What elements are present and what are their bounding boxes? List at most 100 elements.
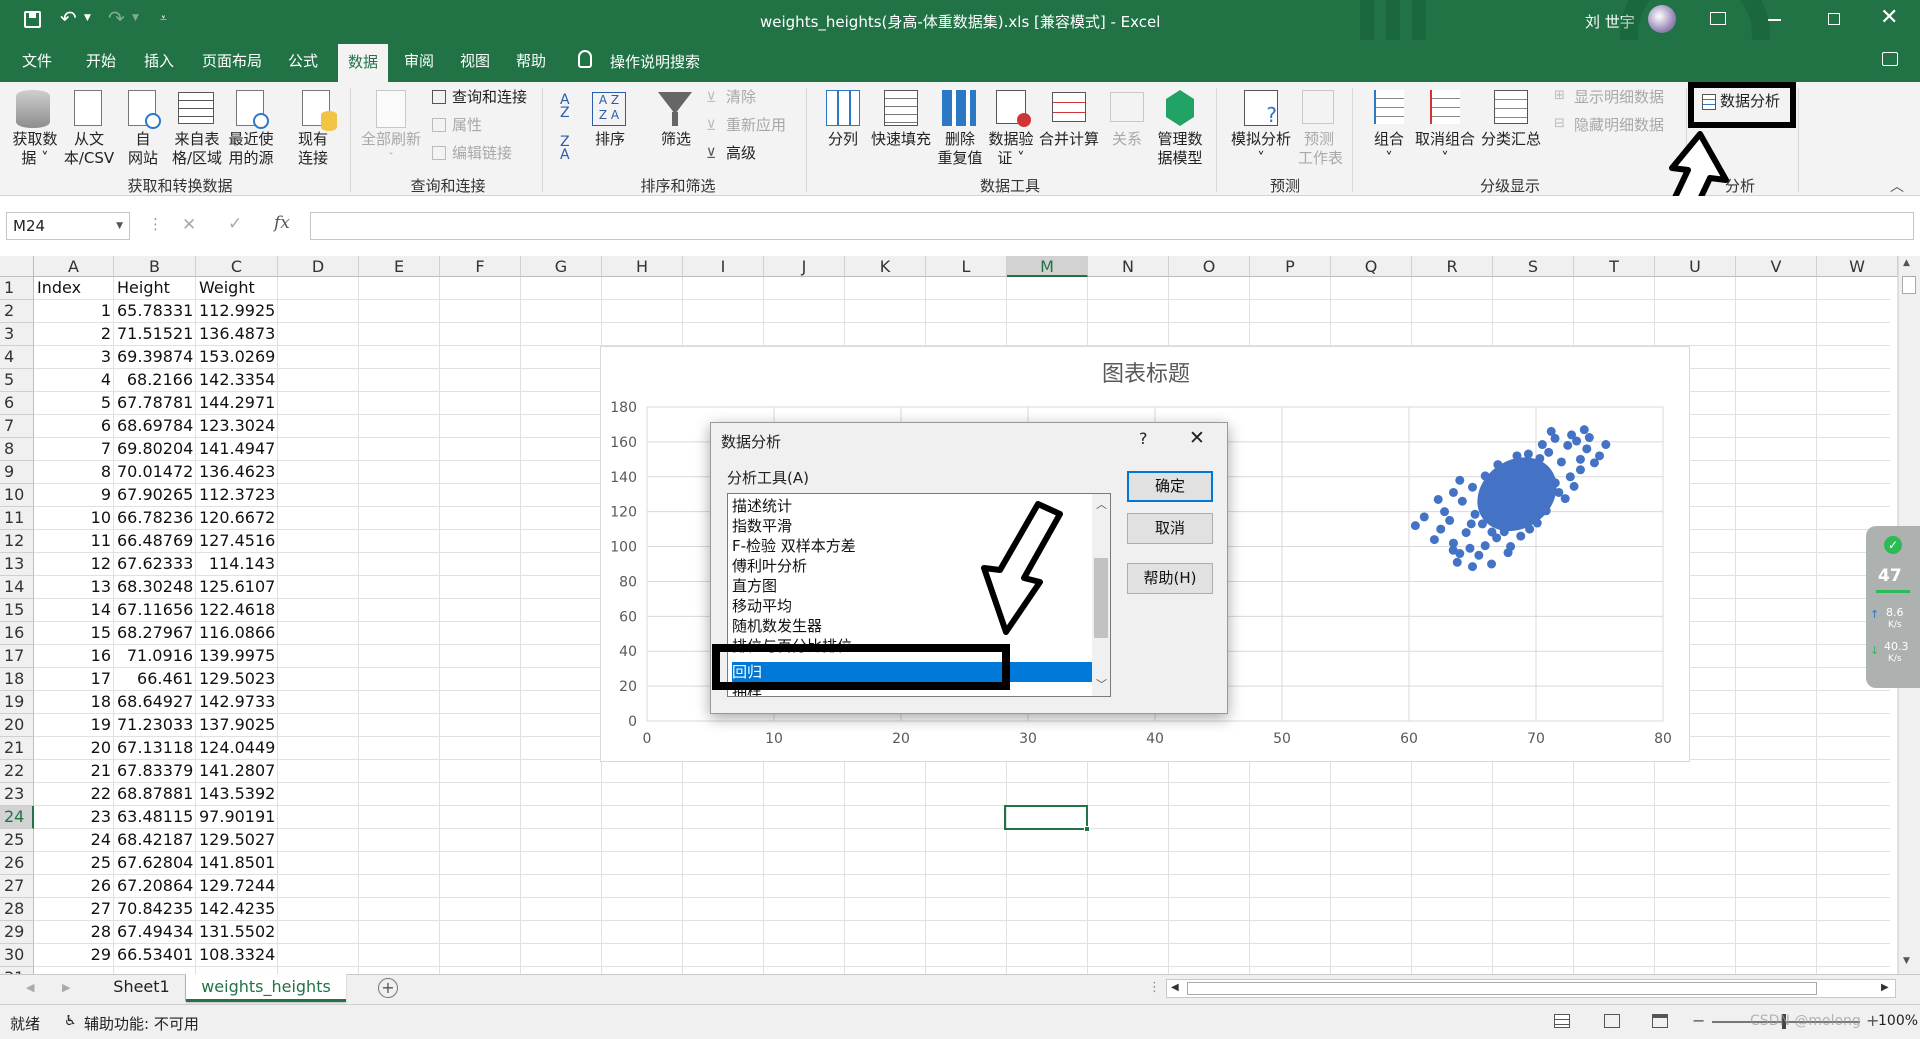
comments-icon[interactable] [1882, 52, 1898, 66]
subtotal-button[interactable]: 分类汇总 [1480, 130, 1542, 149]
next-sheet-icon[interactable]: ▶ [62, 981, 70, 994]
sheet-tab-weights-heights[interactable]: weights_heights [186, 974, 346, 1002]
column-header-U[interactable]: U [1655, 256, 1736, 277]
column-header-P[interactable]: P [1250, 256, 1331, 277]
vertical-scroll-thumb[interactable] [1902, 276, 1916, 294]
tab-page-layout[interactable]: 页面布局 [196, 40, 268, 82]
data-cell-B20[interactable]: 71.23033 [114, 714, 196, 737]
help-button[interactable]: 帮助(H) [1127, 563, 1213, 594]
data-cell-B23[interactable]: 68.87881 [114, 783, 196, 806]
data-cell-B7[interactable]: 68.69784 [114, 415, 196, 438]
row-header-11[interactable]: 11 [0, 507, 34, 530]
column-header-D[interactable]: D [278, 256, 359, 277]
data-cell-C28[interactable]: 142.4235 [196, 898, 278, 921]
data-cell-C26[interactable]: 141.8501 [196, 852, 278, 875]
accessibility-status[interactable]: 辅助功能: 不可用 [84, 1013, 199, 1034]
row-header-30[interactable]: 30 [0, 944, 34, 967]
data-cell-C4[interactable]: 153.0269 [196, 346, 278, 369]
row-header-1[interactable]: 1 [0, 277, 34, 300]
list-scroll-up-icon[interactable]: ︿ [1096, 496, 1107, 512]
from-table-button[interactable]: 来自表 格/区域 [170, 130, 224, 168]
data-cell-B17[interactable]: 71.0916 [114, 645, 196, 668]
data-cell-C27[interactable]: 129.7244 [196, 875, 278, 898]
page-break-view-icon[interactable] [1652, 1014, 1668, 1028]
data-cell-C21[interactable]: 124.0449 [196, 737, 278, 760]
data-cell-A22[interactable]: 21 [34, 760, 114, 783]
tab-formulas[interactable]: 公式 [280, 40, 326, 82]
data-cell-B3[interactable]: 71.51521 [114, 323, 196, 346]
column-header-J[interactable]: J [764, 256, 845, 277]
data-cell-A26[interactable]: 25 [34, 852, 114, 875]
data-cell-C12[interactable]: 127.4516 [196, 530, 278, 553]
data-cell-A11[interactable]: 10 [34, 507, 114, 530]
column-header-Q[interactable]: Q [1331, 256, 1412, 277]
row-header-22[interactable]: 22 [0, 760, 34, 783]
row-header-3[interactable]: 3 [0, 323, 34, 346]
row-header-19[interactable]: 19 [0, 691, 34, 714]
row-header-26[interactable]: 26 [0, 852, 34, 875]
filter-button[interactable]: 筛选 [656, 130, 696, 149]
save-icon[interactable] [24, 11, 41, 28]
data-cell-C2[interactable]: 112.9925 [196, 300, 278, 323]
column-header-I[interactable]: I [683, 256, 764, 277]
data-cell-A9[interactable]: 8 [34, 461, 114, 484]
name-box[interactable]: M24 ▼ [6, 212, 130, 240]
row-header-18[interactable]: 18 [0, 668, 34, 691]
column-header-G[interactable]: G [521, 256, 602, 277]
column-header-B[interactable]: B [114, 256, 196, 277]
row-header-12[interactable]: 12 [0, 530, 34, 553]
data-cell-A8[interactable]: 7 [34, 438, 114, 461]
flash-fill-button[interactable]: 快速填充 [866, 130, 936, 149]
formula-input[interactable] [310, 212, 1914, 240]
row-header-29[interactable]: 29 [0, 921, 34, 944]
data-cell-C7[interactable]: 123.3024 [196, 415, 278, 438]
data-cell-A19[interactable]: 18 [34, 691, 114, 714]
row-header-31[interactable]: 31 [0, 967, 34, 974]
queries-connections-button[interactable]: 查询和连接 [452, 88, 527, 107]
undo-dropdown-icon[interactable]: ▼ [84, 13, 91, 23]
data-cell-C14[interactable]: 125.6107 [196, 576, 278, 599]
horizontal-scrollbar[interactable]: ◀ ▶ [1166, 979, 1896, 998]
data-cell-A15[interactable]: 14 [34, 599, 114, 622]
data-cell-A5[interactable]: 4 [34, 369, 114, 392]
header-cell-C[interactable]: Weight [196, 277, 278, 300]
prev-sheet-icon[interactable]: ◀ [26, 981, 34, 994]
scroll-up-icon[interactable]: ▲ [1903, 258, 1910, 268]
data-cell-C23[interactable]: 143.5392 [196, 783, 278, 806]
data-cell-C8[interactable]: 141.4947 [196, 438, 278, 461]
new-sheet-icon[interactable]: + [378, 978, 398, 998]
row-header-7[interactable]: 7 [0, 415, 34, 438]
sort-button[interactable]: 排序 [592, 130, 628, 149]
data-cell-B10[interactable]: 67.90265 [114, 484, 196, 507]
data-cell-A13[interactable]: 12 [34, 553, 114, 576]
column-header-L[interactable]: L [926, 256, 1007, 277]
data-cell-B28[interactable]: 70.84235 [114, 898, 196, 921]
data-cell-C25[interactable]: 129.5027 [196, 829, 278, 852]
data-cell-C22[interactable]: 141.2807 [196, 760, 278, 783]
data-cell-A30[interactable]: 29 [34, 944, 114, 967]
data-cell-C16[interactable]: 116.0866 [196, 622, 278, 645]
data-validation-button[interactable]: 数据验 证 ˅ [986, 130, 1036, 168]
remove-duplicates-button[interactable]: 删除 重复值 [934, 130, 986, 168]
data-cell-B18[interactable]: 66.461 [114, 668, 196, 691]
row-header-13[interactable]: 13 [0, 553, 34, 576]
data-cell-A24[interactable]: 23 [34, 806, 114, 829]
data-cell-A14[interactable]: 13 [34, 576, 114, 599]
recent-sources-button[interactable]: 最近使 用的源 [224, 130, 278, 168]
data-cell-B19[interactable]: 68.64927 [114, 691, 196, 714]
dialog-help-icon[interactable]: ? [1139, 429, 1148, 448]
data-cell-B14[interactable]: 68.30248 [114, 576, 196, 599]
data-cell-B8[interactable]: 69.80204 [114, 438, 196, 461]
horizontal-scroll-thumb[interactable] [1187, 982, 1817, 995]
column-header-W[interactable]: W [1817, 256, 1898, 277]
data-cell-C15[interactable]: 122.4618 [196, 599, 278, 622]
row-header-24[interactable]: 24 [0, 806, 34, 829]
column-header-E[interactable]: E [359, 256, 440, 277]
column-header-T[interactable]: T [1574, 256, 1655, 277]
page-layout-view-icon[interactable] [1604, 1014, 1620, 1028]
data-cell-A18[interactable]: 17 [34, 668, 114, 691]
select-all-corner[interactable] [0, 256, 34, 277]
row-header-23[interactable]: 23 [0, 783, 34, 806]
row-header-27[interactable]: 27 [0, 875, 34, 898]
customize-qat-icon[interactable]: ⩡ [160, 11, 167, 26]
